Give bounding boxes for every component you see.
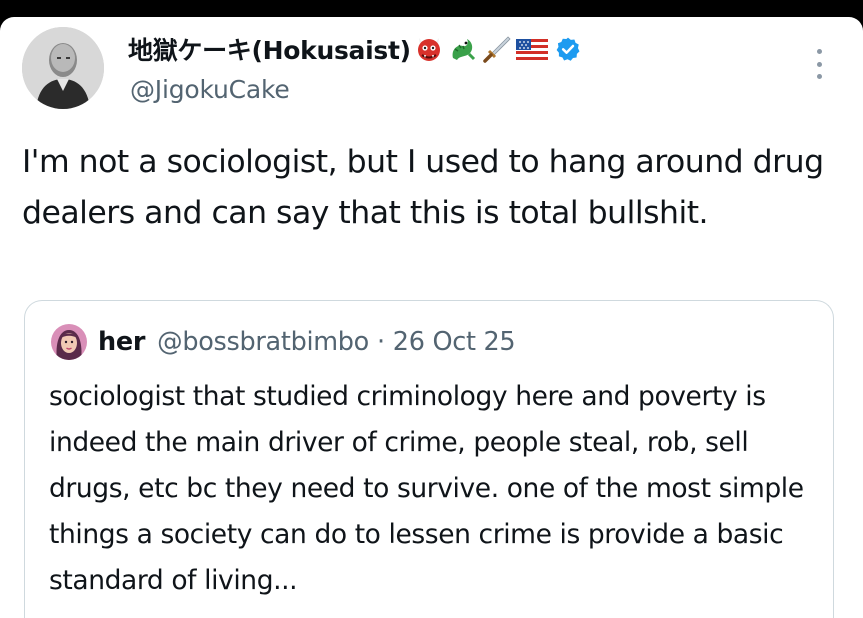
quoted-author-photo [51,324,87,360]
more-options-icon[interactable] [812,49,826,79]
header-separator: · [376,327,385,357]
tweet-card: 地獄ケーキ(Hokusaist) @JigokuCake I'm not a s… [0,17,863,618]
more-dot [816,61,822,67]
quoted-text: sociologist that studied criminology her… [49,381,804,596]
dragon-emoji [447,34,477,64]
tweet-text: I'm not a sociologist, but I used to han… [22,144,824,231]
dagger-emoji [480,34,512,64]
ogre-emoji [414,34,444,64]
author-name-row: 地獄ケーキ(Hokusaist) [128,31,581,67]
us-flag-emoji [515,36,549,62]
quoted-header: her @bossbratbimbo · 26 Oct 25 [98,324,516,360]
author-avatar[interactable] [22,27,104,109]
more-dot [816,49,822,54]
quoted-author-avatar[interactable] [51,324,87,360]
more-dot [816,74,822,79]
author-handle[interactable]: @JigokuCake [130,75,290,104]
quoted-date[interactable]: 26 Oct 25 [393,327,516,357]
author-photo [22,27,104,109]
quoted-display-name[interactable]: her [98,327,145,357]
verified-badge-icon[interactable] [555,36,581,62]
author-display-name[interactable]: 地獄ケーキ(Hokusaist) [128,31,411,67]
quoted-tweet[interactable]: her @bossbratbimbo · 26 Oct 25 sociologi… [24,300,834,618]
quoted-handle[interactable]: @bossbratbimbo [157,327,369,357]
